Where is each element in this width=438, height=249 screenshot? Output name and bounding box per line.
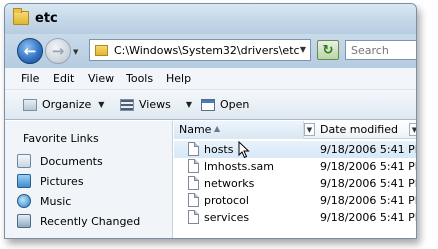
address-folder-icon [95, 45, 108, 56]
views-icon [120, 98, 134, 111]
recent-pages-dropdown-icon[interactable]: ▼ [73, 48, 78, 56]
navigation-pane: Favorite Links Documents Pictures Music … [5, 121, 173, 238]
file-icon [188, 210, 199, 224]
documents-icon [17, 154, 31, 168]
recently-changed-icon [17, 214, 31, 228]
sidebar-item-pictures[interactable]: Pictures [17, 172, 84, 190]
sidebar-item-label: Pictures [40, 174, 84, 188]
date-column-dropdown-icon[interactable]: ▼ [409, 123, 416, 136]
music-icon [17, 194, 31, 208]
address-path: C:\Windows\System32\drivers\etc [114, 44, 300, 57]
mouse-cursor-icon [238, 141, 250, 159]
menu-tools[interactable]: Tools [126, 72, 153, 85]
pictures-icon [17, 174, 31, 188]
explorer-window: etc ← → ▼ C:\Windows\System32\drivers\et… [4, 3, 417, 239]
column-name-label: Name [179, 123, 212, 136]
command-bar: Organize ▼ Views ▼ Open [5, 90, 416, 120]
organize-button[interactable]: Organize ▼ [23, 98, 104, 111]
organize-label: Organize [42, 98, 92, 111]
views-label: Views [139, 98, 171, 111]
menu-help[interactable]: Help [166, 72, 191, 85]
open-button[interactable]: Open [201, 98, 249, 111]
refresh-icon: ↻ [322, 42, 334, 58]
sort-ascending-icon: ▲ [214, 124, 221, 133]
address-bar[interactable]: C:\Windows\System32\drivers\etc ▼ [89, 39, 311, 61]
file-name: services [204, 211, 250, 224]
file-row-lmhosts[interactable]: lmhosts.sam 9/18/2006 5:41 PM [174, 158, 417, 175]
favorite-links-heading: Favorite Links [23, 132, 99, 145]
refresh-button[interactable]: ↻ [317, 40, 339, 60]
file-date: 9/18/2006 5:41 PM [320, 194, 417, 207]
sidebar-item-music[interactable]: Music [17, 192, 71, 210]
file-name: hosts [204, 143, 234, 156]
column-date-label: Date modified [320, 123, 398, 136]
file-row-protocol[interactable]: protocol 9/18/2006 5:41 PM [174, 192, 417, 209]
name-column-dropdown-icon[interactable]: ▼ [304, 123, 315, 136]
search-box[interactable] [345, 40, 416, 60]
file-name: protocol [204, 194, 249, 207]
menu-edit[interactable]: Edit [53, 72, 74, 85]
forward-button[interactable]: → [45, 38, 71, 64]
open-label: Open [220, 98, 250, 111]
navigation-bar: ← → ▼ C:\Windows\System32\drivers\etc ▼ … [5, 34, 416, 68]
back-button[interactable]: ← [17, 38, 43, 64]
address-dropdown-icon[interactable]: ▼ [300, 45, 306, 54]
forward-arrow-icon: → [51, 42, 65, 60]
window-title: etc [35, 11, 58, 26]
menu-file[interactable]: File [21, 72, 39, 85]
file-name: lmhosts.sam [204, 160, 274, 173]
sidebar-item-recently-changed[interactable]: Recently Changed [17, 212, 140, 230]
menu-view[interactable]: View [88, 72, 114, 85]
file-list: Name ▲ ▼ Date modified ▼ hosts 9/18/2006… [174, 121, 417, 238]
sidebar-item-label: Music [40, 194, 72, 208]
file-date: 9/18/2006 5:41 PM [320, 160, 417, 173]
file-date: 9/18/2006 5:41 PM [320, 211, 417, 224]
back-arrow-icon: ← [23, 42, 37, 60]
file-name: networks [204, 177, 255, 190]
views-button[interactable]: Views ▼ [120, 98, 192, 111]
file-row-networks[interactable]: networks 9/18/2006 5:41 PM [174, 175, 417, 192]
title-bar: etc [5, 4, 416, 34]
file-row-hosts[interactable]: hosts 9/18/2006 5:41 PM [174, 141, 417, 158]
chevron-down-icon: ▼ [98, 100, 105, 109]
search-input[interactable] [346, 41, 416, 59]
column-header-name[interactable]: Name ▲ [174, 121, 304, 139]
organize-icon [23, 98, 37, 111]
file-icon [188, 159, 199, 173]
column-header-date-modified[interactable]: Date modified [315, 121, 416, 139]
file-icon [188, 193, 199, 207]
open-icon [201, 98, 215, 111]
file-icon [188, 176, 199, 190]
chevron-down-icon: ▼ [185, 100, 192, 109]
sidebar-item-label: Documents [40, 154, 103, 168]
sidebar-item-documents[interactable]: Documents [17, 152, 103, 170]
column-header-row: Name ▲ ▼ Date modified ▼ [174, 121, 416, 139]
file-icon [188, 142, 199, 156]
sidebar-item-label: Recently Changed [40, 214, 141, 228]
file-row-services[interactable]: services 9/18/2006 5:41 PM [174, 209, 417, 226]
menu-bar: File Edit View Tools Help [5, 68, 416, 90]
folder-icon [13, 8, 29, 25]
file-date: 9/18/2006 5:41 PM [320, 143, 417, 156]
file-date: 9/18/2006 5:41 PM [320, 177, 417, 190]
